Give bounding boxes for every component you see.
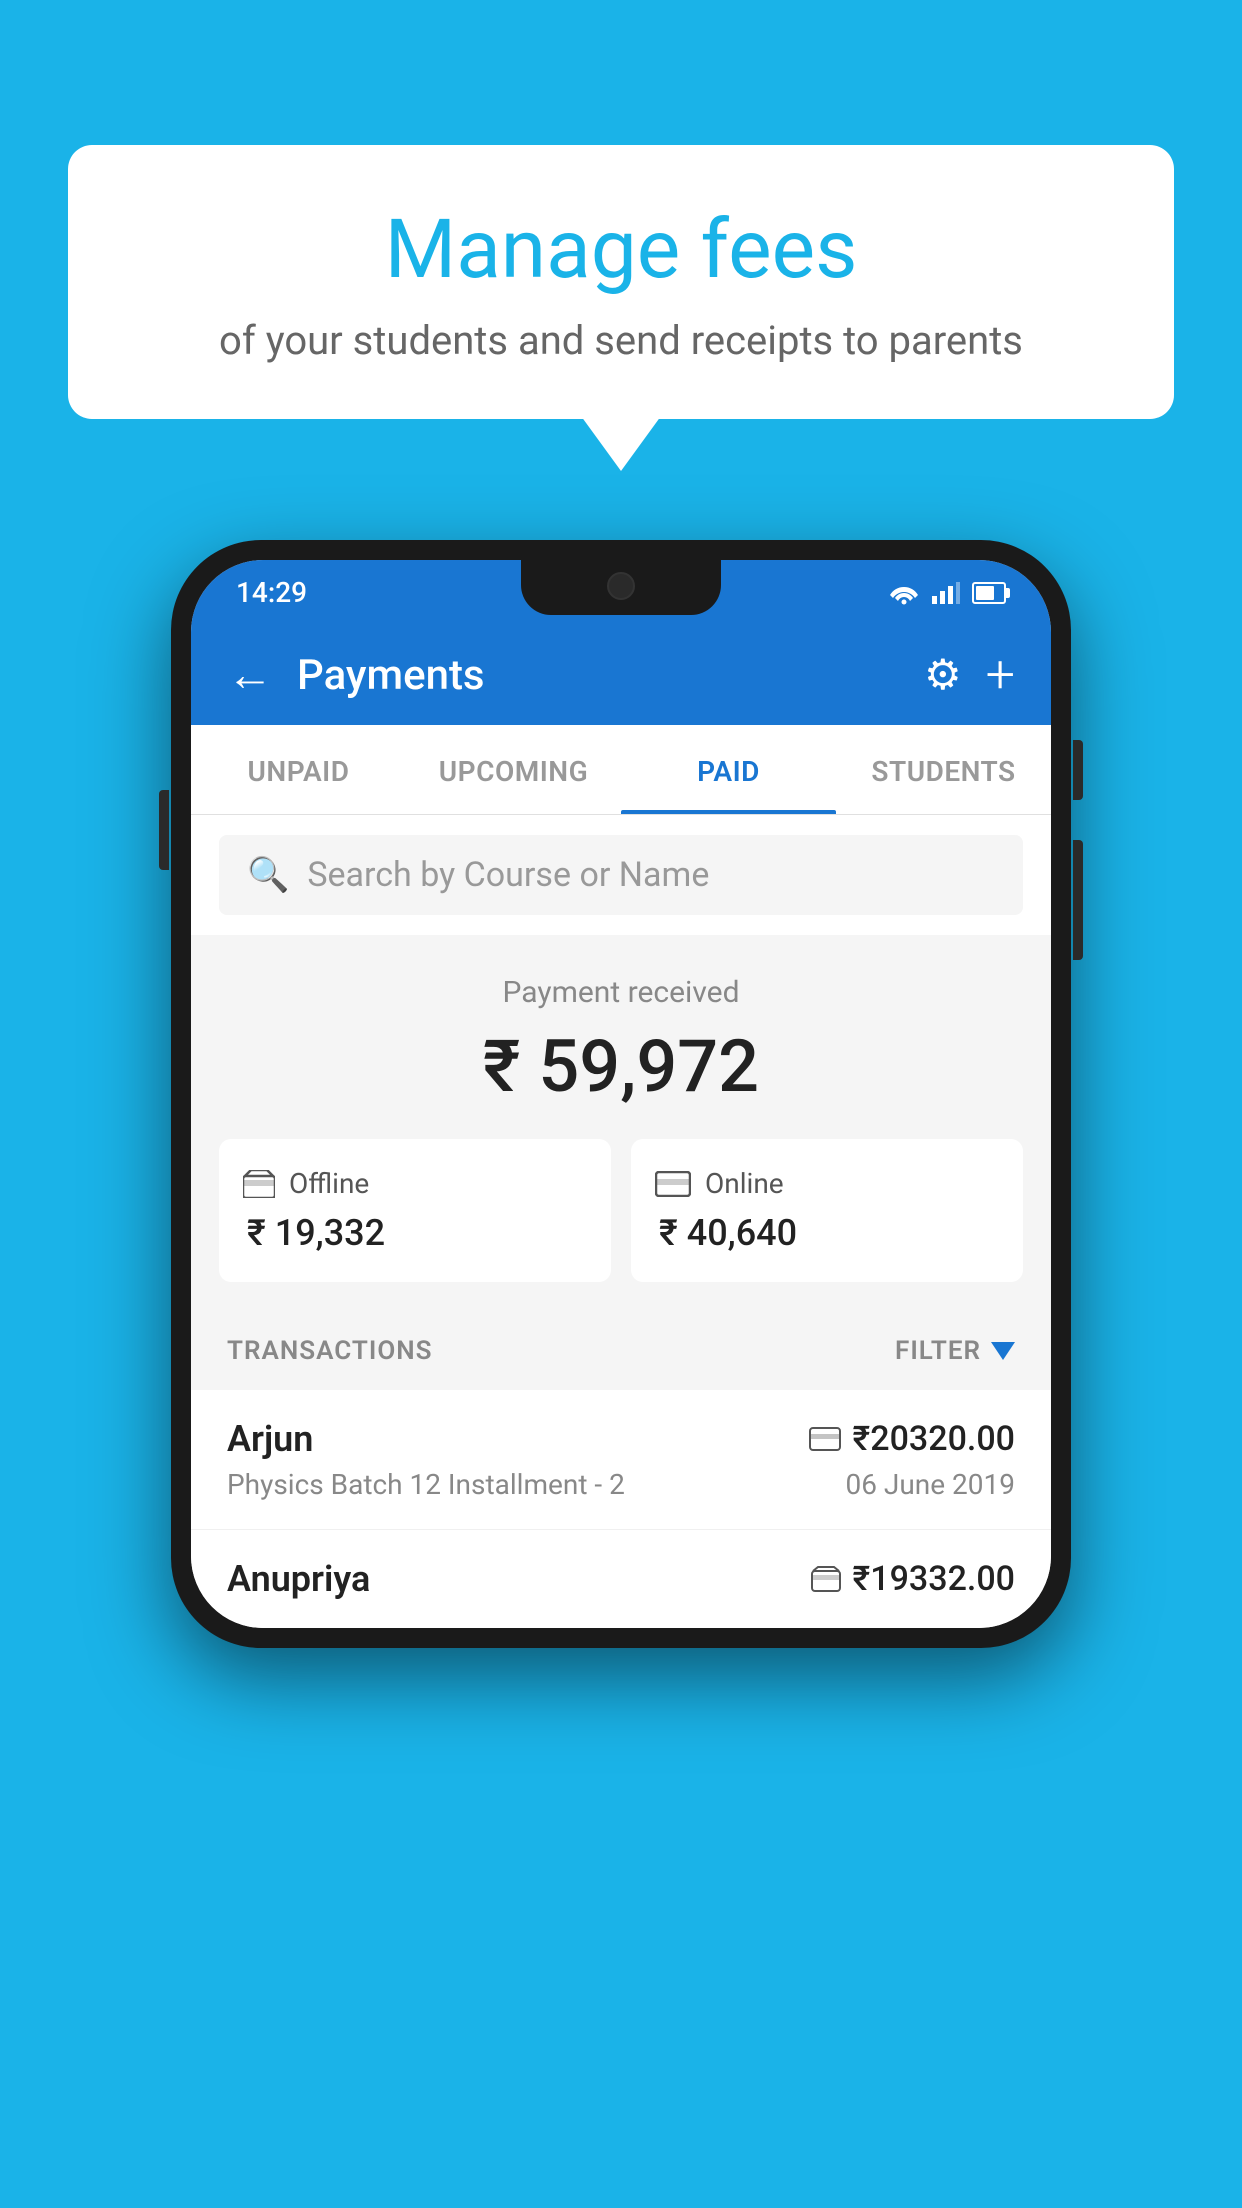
status-time: 14:29 [236, 576, 307, 609]
online-label: Online [705, 1167, 784, 1200]
payment-type-offline-icon [811, 1566, 841, 1592]
transaction-top-row: Anupriya ₹19332.00 [227, 1558, 1015, 1600]
signal-icon [932, 582, 960, 604]
filter-icon [991, 1342, 1015, 1360]
transaction-name: Arjun [227, 1418, 313, 1460]
offline-card-header: Offline [243, 1167, 587, 1200]
speech-bubble: Manage fees of your students and send re… [68, 145, 1174, 419]
transaction-date: 06 June 2019 [845, 1468, 1015, 1501]
bubble-title: Manage fees [118, 205, 1124, 295]
transaction-details-row: Physics Batch 12 Installment - 2 06 June… [227, 1468, 1015, 1501]
phone-volume-button [159, 790, 169, 870]
online-payment-card: Online ₹ 40,640 [631, 1139, 1023, 1282]
online-amount: ₹ 40,640 [655, 1212, 999, 1254]
speech-bubble-container: Manage fees of your students and send re… [68, 145, 1174, 419]
tab-paid[interactable]: PAID [621, 725, 836, 814]
bubble-subtitle: of your students and send receipts to pa… [118, 317, 1124, 364]
phone-notch [521, 560, 721, 615]
payment-received-label: Payment received [219, 975, 1023, 1010]
tab-unpaid[interactable]: UNPAID [191, 725, 406, 814]
phone-camera [607, 572, 635, 600]
transaction-course: Physics Batch 12 Installment - 2 [227, 1468, 625, 1501]
payment-total-amount: ₹ 59,972 [219, 1024, 1023, 1109]
search-icon: 🔍 [247, 855, 289, 895]
payment-summary: Payment received ₹ 59,972 Offline [191, 935, 1051, 1312]
transactions-header: TRANSACTIONS FILTER [191, 1312, 1051, 1390]
wifi-icon [888, 581, 920, 605]
battery-icon [972, 582, 1006, 604]
transaction-amount-row: ₹20320.00 [809, 1419, 1015, 1459]
table-row[interactable]: Anupriya ₹19332.00 [191, 1530, 1051, 1628]
phone-mockup: 14:29 [171, 540, 1071, 1648]
tab-students[interactable]: STUDENTS [836, 725, 1051, 814]
table-row[interactable]: Arjun ₹20320.00 Physics Batch 12 Install… [191, 1390, 1051, 1530]
back-button[interactable]: ← [227, 652, 273, 698]
search-container: 🔍 Search by Course or Name [191, 815, 1051, 935]
search-input[interactable]: Search by Course or Name [307, 855, 709, 895]
offline-icon [243, 1170, 275, 1198]
tabs-bar: UNPAID UPCOMING PAID STUDENTS [191, 725, 1051, 815]
filter-button[interactable]: FILTER [895, 1336, 1015, 1366]
search-box[interactable]: 🔍 Search by Course or Name [219, 835, 1023, 915]
add-button[interactable]: + [986, 649, 1015, 701]
online-card-header: Online [655, 1167, 999, 1200]
phone-frame: 14:29 [171, 540, 1071, 1648]
transaction-amount: ₹20320.00 [853, 1419, 1015, 1459]
online-icon [655, 1171, 691, 1197]
offline-amount: ₹ 19,332 [243, 1212, 587, 1254]
header-title: Payments [297, 651, 900, 700]
app-header: ← Payments ⚙ + [191, 625, 1051, 725]
offline-payment-card: Offline ₹ 19,332 [219, 1139, 611, 1282]
payment-cards: Offline ₹ 19,332 Online [219, 1139, 1023, 1282]
status-icons [888, 581, 1006, 605]
transaction-name: Anupriya [227, 1558, 370, 1600]
phone-volume-down-button [1073, 840, 1083, 960]
filter-label: FILTER [895, 1336, 981, 1366]
settings-button[interactable]: ⚙ [924, 650, 962, 700]
transactions-label: TRANSACTIONS [227, 1336, 433, 1366]
tab-upcoming[interactable]: UPCOMING [406, 725, 621, 814]
phone-power-button [1073, 740, 1083, 800]
transaction-amount-row: ₹19332.00 [811, 1559, 1015, 1599]
transaction-top-row: Arjun ₹20320.00 [227, 1418, 1015, 1460]
transaction-amount: ₹19332.00 [853, 1559, 1015, 1599]
offline-label: Offline [289, 1167, 369, 1200]
payment-type-online-icon [809, 1427, 841, 1451]
phone-screen: 14:29 [191, 560, 1051, 1628]
